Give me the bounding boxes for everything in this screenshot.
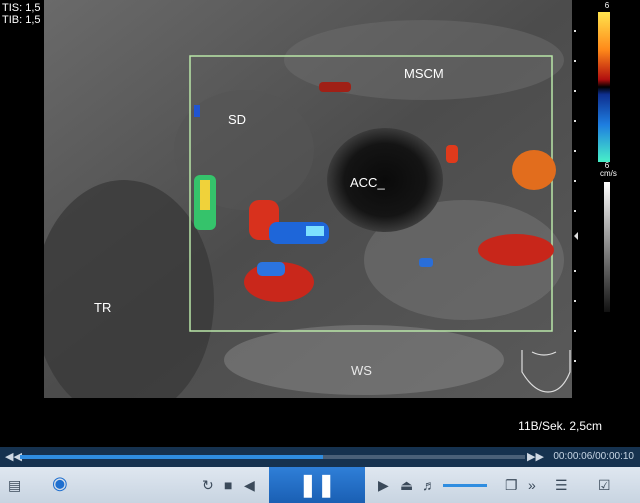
scale-unit: cm/s [600,169,617,178]
label-tr: TR [94,300,112,315]
tis-value: TIS: 1,5 [2,2,41,14]
fullscreen-icon[interactable]: ❐ [505,475,518,495]
scale-min: 6 cm/s [600,162,617,178]
seek-forward-icon[interactable]: ▶▶ [527,450,544,463]
label-acc: ACC_ [350,175,385,190]
ultrasound-viewer: TIS: 1,5 TIB: 1,5 SD MSCM ACC_ TR WS 6 6… [0,0,640,447]
tis-tib-header: TIS: 1,5 TIB: 1,5 [2,2,41,26]
label-sd: SD [228,112,247,127]
eye-icon[interactable]: ◉ [52,473,68,493]
seek-progress [20,455,323,459]
next-icon[interactable]: ▶ [378,475,389,495]
time-display: 00:00:06/00:00:10 [553,451,634,462]
label-mscm: MSCM [404,66,444,81]
eject-icon[interactable]: ⏏ [400,475,413,495]
toolbar: ▤ ◉ ↻ ■ ◀ ❚❚ ▶ ⏏ ♬ ❐ » ☰ ☑ [0,467,640,503]
playlist-icon[interactable]: ☰ [555,475,568,495]
previous-icon[interactable]: ◀ [244,475,255,495]
tib-value: TIB: 1,5 [2,14,41,26]
stop-icon[interactable]: ■ [224,475,232,495]
loop-icon[interactable]: ↻ [202,475,214,495]
expand-icon[interactable]: » [528,475,536,495]
scale-bars [572,0,640,400]
pause-icon[interactable]: ❚❚ [269,467,365,503]
seekbar: ◀◀ ▶▶ 00:00:06/00:00:10 [0,447,640,467]
volume-icon[interactable]: ♬ [422,475,436,495]
volume-slider[interactable] [443,484,487,487]
player-controls: ◀◀ ▶▶ 00:00:06/00:00:10 ▤ ◉ ↻ ■ ◀ ❚❚ ▶ ⏏… [0,447,640,503]
seek-track[interactable] [20,455,525,459]
menu-icon[interactable]: ▤ [8,475,21,495]
settings-icon[interactable]: ☑ [598,475,611,495]
scale-max: 6 [604,1,610,10]
image-info: 11B/Sek. 2,5cm [518,419,602,433]
ultrasound-image [44,0,572,398]
label-ws: WS [351,363,372,378]
